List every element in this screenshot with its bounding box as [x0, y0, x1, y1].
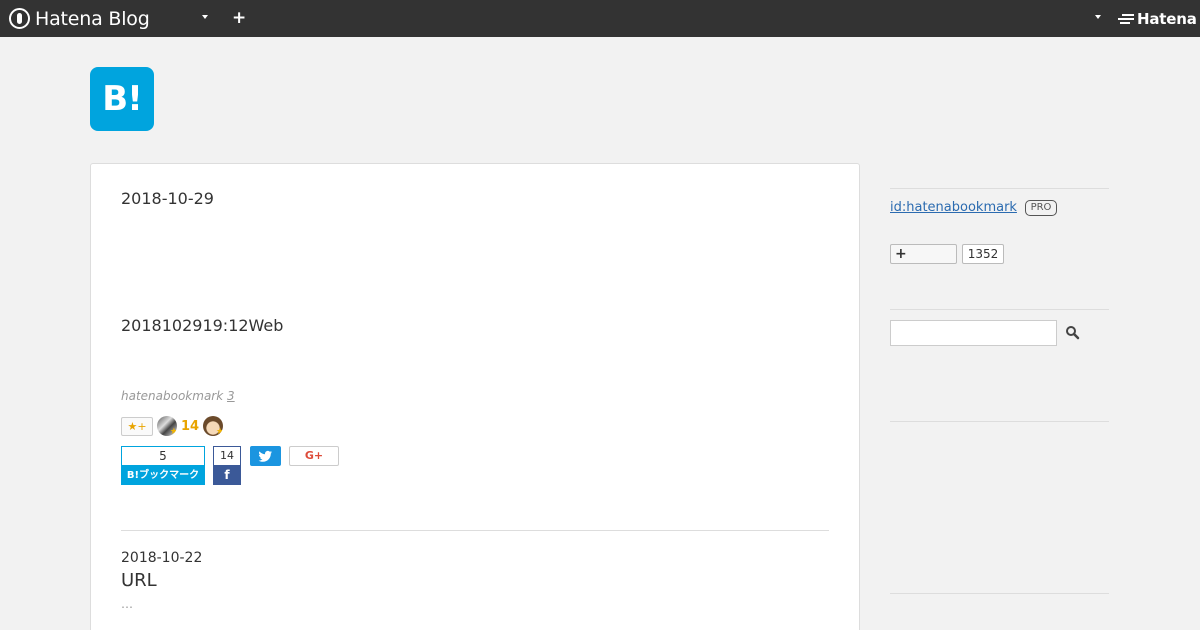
follower-count[interactable]: 1352	[962, 244, 1004, 264]
divider	[890, 421, 1109, 422]
hatena-blog-brand[interactable]: Hatena Blog	[9, 7, 150, 30]
search-icon	[1066, 326, 1080, 340]
googleplus-share-button[interactable]: G+	[289, 446, 339, 466]
twitter-share-button[interactable]	[250, 446, 281, 466]
avatar[interactable]: ★	[203, 416, 224, 437]
author-name[interactable]: hatenabookmark	[121, 389, 223, 403]
plus-icon[interactable]: +	[232, 9, 246, 27]
entry-date[interactable]: 2018-10-29	[121, 189, 214, 208]
entry-date[interactable]: 2018-10-22	[121, 550, 202, 566]
entry-title[interactable]: URL	[121, 570, 157, 591]
chevron-down-icon[interactable]	[1095, 15, 1101, 19]
hatena-logo-icon	[1118, 13, 1134, 25]
star-icon: ★	[169, 427, 177, 437]
star-count[interactable]: 14	[181, 419, 199, 434]
entry-author[interactable]: hatenabookmark 3	[121, 389, 235, 403]
main-content: 2018-10-29 2018102919:12Web hatenabookma…	[90, 163, 860, 630]
brand-name: Hatena Blog	[35, 7, 150, 30]
search-button[interactable]	[1063, 323, 1083, 343]
entry-body: 2018102919:12Web	[121, 316, 284, 335]
facebook-count[interactable]: 14	[213, 446, 241, 466]
blog-icon[interactable]: B!	[90, 67, 154, 131]
hatena-blog-logo-icon	[9, 8, 30, 29]
facebook-share[interactable]: 14 f	[213, 446, 241, 486]
chevron-down-icon[interactable]	[202, 15, 208, 19]
user-id-link[interactable]: id:hatenabookmark	[890, 200, 1017, 215]
add-star-button[interactable]: ★+	[121, 416, 153, 436]
twitter-icon	[258, 450, 272, 462]
divider	[890, 309, 1109, 310]
star-icon: ★	[216, 427, 224, 437]
follow-button[interactable]: +	[890, 244, 957, 264]
hatena-link[interactable]: Hatena	[1118, 10, 1197, 28]
entry-excerpt: …	[121, 597, 133, 611]
facebook-icon[interactable]: f	[213, 466, 241, 485]
top-bar: Hatena Blog + Hatena	[0, 0, 1200, 37]
hatena-label: Hatena	[1137, 10, 1197, 28]
divider	[890, 593, 1109, 594]
divider	[890, 188, 1109, 189]
author-count[interactable]: 3	[227, 389, 235, 403]
hatena-bookmark-count[interactable]: 5	[121, 446, 205, 466]
star-row: ★+ ★ 14 ★	[121, 415, 224, 437]
divider	[121, 530, 829, 531]
pro-badge: PRO	[1025, 200, 1057, 216]
hatena-bookmark-share[interactable]: 5 B!ブックマーク	[121, 446, 205, 486]
avatar[interactable]: ★	[157, 416, 177, 436]
search-input[interactable]	[890, 320, 1057, 346]
hatena-bookmark-button[interactable]: B!ブックマーク	[121, 466, 205, 485]
